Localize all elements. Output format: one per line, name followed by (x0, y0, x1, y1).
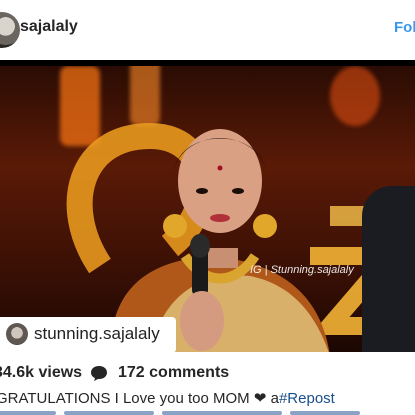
hashtag-link[interactable]: #Repost (279, 390, 335, 407)
comment-count[interactable]: 172 comments (118, 364, 229, 382)
caption-text-after-heart: a (266, 390, 279, 407)
caption-text: GRATULATIONS I Love you too MOM (0, 390, 254, 407)
post-stats: 34.6k views 172 comments (0, 363, 415, 385)
caption-line-fragment (0, 411, 56, 415)
post-media[interactable]: IG | Stunning.sajalaly stunning.sajalaly (0, 60, 415, 352)
profile-avatar[interactable] (0, 12, 20, 48)
speech-bubble-icon[interactable] (90, 365, 108, 381)
caption-overflow-line (0, 408, 411, 415)
username[interactable]: sajalaly (20, 18, 78, 36)
follow-button[interactable]: Fol (394, 19, 415, 36)
caption-line-fragment (290, 411, 360, 415)
repost-source-name: stunning.sajalaly (34, 324, 160, 343)
post-header: sajalaly Fol (0, 0, 415, 60)
video-watermark: IG | Stunning.sajalaly (250, 264, 354, 276)
video-frame: IG | Stunning.sajalaly (0, 66, 415, 352)
post-caption: GRATULATIONS I Love you too MOM ❤ a#Repo… (0, 389, 335, 407)
heart-icon: ❤ (253, 390, 267, 407)
repost-source-chip[interactable]: stunning.sajalaly (0, 317, 176, 352)
repost-avatar (6, 323, 28, 345)
background-person (362, 186, 415, 352)
presenter-figure (110, 129, 330, 352)
caption-line-fragment (64, 411, 154, 415)
caption-line-fragment (162, 411, 282, 415)
view-count: 34.6k views (0, 364, 83, 381)
